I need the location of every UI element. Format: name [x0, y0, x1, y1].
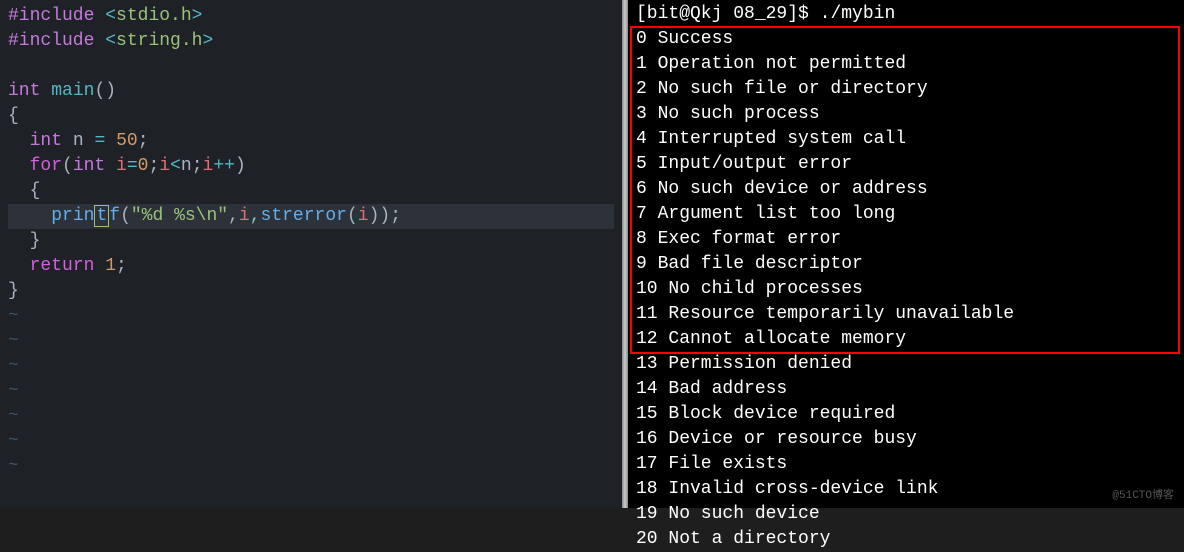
empty-line-tilde: ~ — [8, 379, 614, 404]
code-editor-pane[interactable]: #include <stdio.h> #include <string.h> i… — [0, 0, 622, 508]
terminal-output-line: 14 Bad address — [636, 377, 1176, 402]
code-line: return 1; — [8, 254, 614, 279]
terminal-output-line: 8 Exec format error — [636, 227, 1176, 252]
empty-line-tilde: ~ — [8, 429, 614, 454]
code-line: #include <stdio.h> — [8, 4, 614, 29]
empty-line-tilde: ~ — [8, 454, 614, 479]
terminal-output-line: 9 Bad file descriptor — [636, 252, 1176, 277]
terminal-output-line: 7 Argument list too long — [636, 202, 1176, 227]
terminal-output-line: 4 Interrupted system call — [636, 127, 1176, 152]
terminal-output-line: 1 Operation not permitted — [636, 52, 1176, 77]
terminal-prompt-line: [bit@Qkj 08_29]$ ./mybin — [636, 2, 1176, 27]
terminal-output-line: 15 Block device required — [636, 402, 1176, 427]
code-line: int main() — [8, 79, 614, 104]
terminal-output-line: 2 No such file or directory — [636, 77, 1176, 102]
shell-prompt: [bit@Qkj 08_29]$ — [636, 4, 820, 24]
terminal-output-line: 17 File exists — [636, 452, 1176, 477]
terminal-output: 0 Success1 Operation not permitted2 No s… — [636, 27, 1176, 552]
terminal-output-line: 18 Invalid cross-device link — [636, 477, 1176, 502]
code-line: #include <string.h> — [8, 29, 614, 54]
code-line: } — [8, 279, 614, 304]
empty-line-tilde: ~ — [8, 354, 614, 379]
code-line: int n = 50; — [8, 129, 614, 154]
terminal-output-line: 0 Success — [636, 27, 1176, 52]
terminal-output-line: 3 No such process — [636, 102, 1176, 127]
empty-line-tilde: ~ — [8, 329, 614, 354]
terminal-output-line: 20 Not a directory — [636, 527, 1176, 552]
terminal-output-line: 19 No such device — [636, 502, 1176, 527]
code-line: { — [8, 179, 614, 204]
terminal-output-line: 13 Permission denied — [636, 352, 1176, 377]
empty-line-tilde: ~ — [8, 304, 614, 329]
watermark: @51CTO博客 — [1112, 486, 1174, 502]
code-line: } — [8, 229, 614, 254]
editor-cursor: t — [94, 205, 109, 227]
terminal-output-line: 6 No such device or address — [636, 177, 1176, 202]
terminal-output-line: 16 Device or resource busy — [636, 427, 1176, 452]
terminal-output-line: 12 Cannot allocate memory — [636, 327, 1176, 352]
code-line: { — [8, 104, 614, 129]
code-line: for(int i=0;i<n;i++) — [8, 154, 614, 179]
shell-command: ./mybin — [820, 4, 896, 24]
terminal-output-line: 11 Resource temporarily unavailable — [636, 302, 1176, 327]
empty-line-tilde: ~ — [8, 404, 614, 429]
terminal-output-line: 10 No child processes — [636, 277, 1176, 302]
terminal-output-line: 5 Input/output error — [636, 152, 1176, 177]
code-line-current: printf("%d %s\n",i,strerror(i)); — [8, 204, 614, 229]
terminal-pane[interactable]: [bit@Qkj 08_29]$ ./mybin 0 Success1 Oper… — [628, 0, 1184, 508]
preprocessor-directive: #include — [8, 6, 94, 26]
code-line — [8, 54, 614, 79]
